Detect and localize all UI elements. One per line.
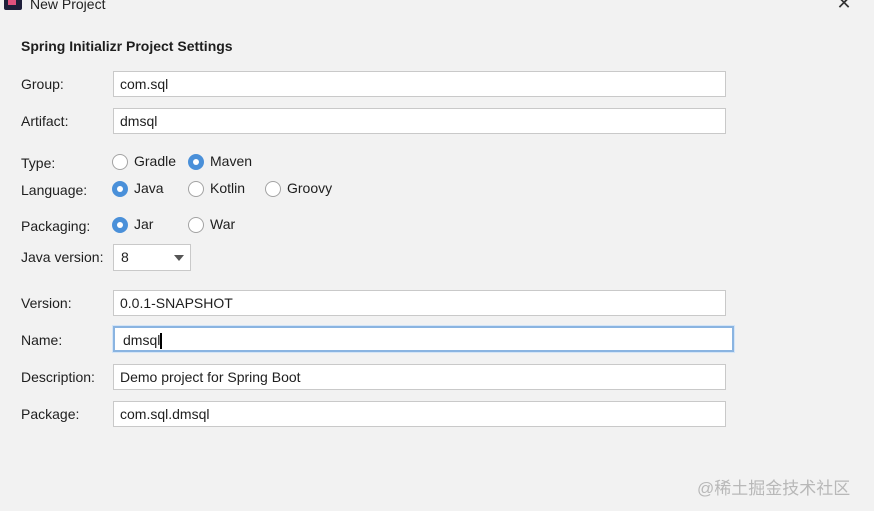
package-field[interactable] bbox=[113, 401, 726, 427]
close-icon[interactable]: ✕ bbox=[834, 0, 854, 12]
name-field-text: dmsql bbox=[123, 332, 163, 350]
artifact-label: Artifact: bbox=[21, 113, 69, 129]
radio-label: War bbox=[210, 216, 236, 232]
version-field[interactable] bbox=[113, 290, 726, 316]
text-caret bbox=[160, 333, 163, 350]
radio-circle bbox=[112, 181, 128, 197]
language-label: Language: bbox=[21, 182, 88, 198]
radio-circle bbox=[188, 217, 204, 233]
radio-label: Maven bbox=[210, 153, 253, 169]
package-label: Package: bbox=[21, 406, 80, 422]
radio-circle bbox=[112, 217, 128, 233]
radio-circle bbox=[112, 154, 128, 170]
name-field[interactable]: dmsql bbox=[113, 326, 734, 352]
name-label: Name: bbox=[21, 332, 63, 348]
chevron-down-icon bbox=[174, 255, 184, 261]
radio-circle bbox=[188, 181, 204, 197]
type-label: Type: bbox=[21, 155, 56, 171]
version-label: Version: bbox=[21, 295, 72, 311]
java-version-value: 8 bbox=[121, 249, 129, 265]
section-title: Spring Initializr Project Settings bbox=[21, 38, 233, 54]
radio-label: Java bbox=[134, 180, 164, 196]
name-value: dmsql bbox=[123, 332, 161, 348]
java-version-label: Java version: bbox=[21, 249, 104, 265]
radio-label: Jar bbox=[134, 216, 154, 232]
artifact-field[interactable] bbox=[113, 108, 726, 134]
description-field[interactable] bbox=[113, 364, 726, 390]
radio-label: Kotlin bbox=[210, 180, 246, 196]
window-title: New Project bbox=[30, 0, 106, 12]
radio-label: Groovy bbox=[287, 180, 333, 196]
group-label: Group: bbox=[21, 76, 64, 92]
group-field[interactable] bbox=[113, 71, 726, 97]
app-icon bbox=[4, 0, 22, 10]
radio-circle bbox=[188, 154, 204, 170]
description-label: Description: bbox=[21, 369, 95, 385]
packaging-label: Packaging: bbox=[21, 218, 91, 234]
radio-label: Gradle bbox=[134, 153, 177, 169]
java-version-select[interactable]: 8 bbox=[113, 244, 191, 271]
title-bar: New Project ✕ bbox=[0, 0, 874, 14]
radio-circle bbox=[265, 181, 281, 197]
watermark: @稀土掘金技术社区 bbox=[697, 479, 851, 498]
